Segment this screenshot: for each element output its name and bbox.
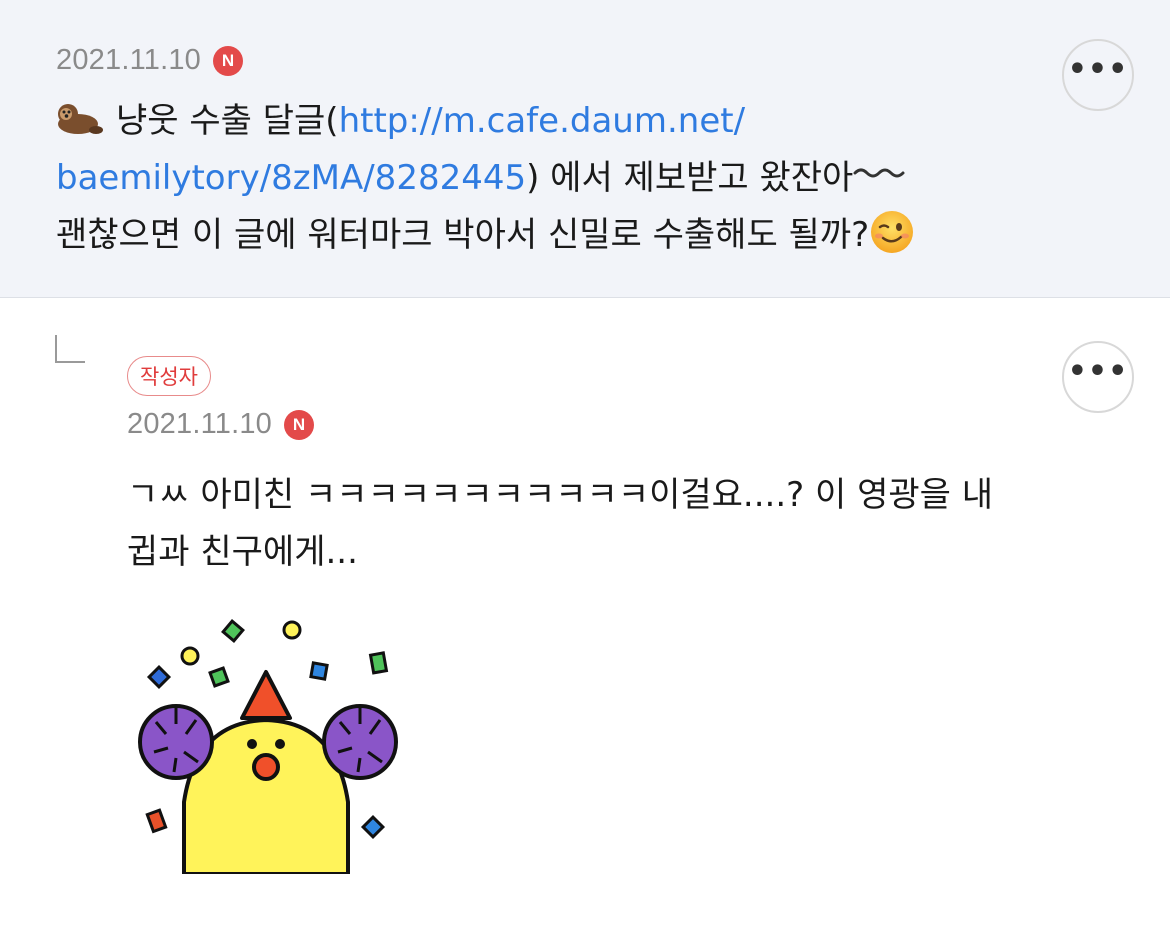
new-badge: N (213, 45, 243, 76)
more-icon: ••• (1067, 354, 1129, 389)
author-badge-label: 작성자 (140, 365, 198, 389)
parent-meta: 2021.11.10 N (56, 44, 243, 77)
comment-text-1: 냥웃 수출 달글( (116, 101, 339, 141)
winking-face-icon (871, 211, 914, 253)
comment-text-2: ) 에서 제보받고 왔잔아 (526, 158, 854, 198)
reply-date: 2021.11.10 (127, 408, 272, 440)
cafe-link-part1[interactable]: http://m.cafe.daum.net/ (339, 101, 745, 141)
otter-emoji-icon (58, 104, 103, 134)
parent-comment: 2021.11.10 N ••• 냥웃 수출 달글(http://m.cafe.… (0, 0, 1170, 298)
author-badge: 작성자 (127, 356, 211, 396)
reply-indent-icon (55, 335, 85, 363)
more-icon: ••• (1067, 52, 1129, 87)
comment-date: 2021.11.10 (56, 44, 201, 76)
new-badge: N (284, 409, 314, 440)
cafe-link-part2[interactable]: baemilytory/8zMA/8282445 (56, 158, 526, 198)
parent-comment-text: 냥웃 수출 달글(http://m.cafe.daum.net/ baemily… (56, 93, 1066, 264)
more-options-button[interactable]: ••• (1062, 39, 1134, 111)
wavy-dash-icon (853, 168, 905, 178)
reply-text: ㄱㅆ 아미친 ㅋㅋㅋㅋㅋㅋㅋㅋㅋㅋㅋ이걸요....? 이 영광을 내 귑과 친구… (127, 467, 1117, 581)
comment-text-3: 괜찮으면 이 글에 워터마크 박아서 신밀로 수출해도 될까? (56, 215, 870, 255)
reply-text-line1: ㄱㅆ 아미친 ㅋㅋㅋㅋㅋㅋㅋㅋㅋㅋㅋ이걸요....? 이 영광을 내 (127, 475, 994, 515)
reply-more-options-button[interactable]: ••• (1062, 341, 1134, 413)
reply-text-line2: 귑과 친구에게... (127, 532, 358, 572)
celebration-sticker-icon (138, 619, 398, 874)
reply-meta: 2021.11.10 N (127, 408, 314, 441)
